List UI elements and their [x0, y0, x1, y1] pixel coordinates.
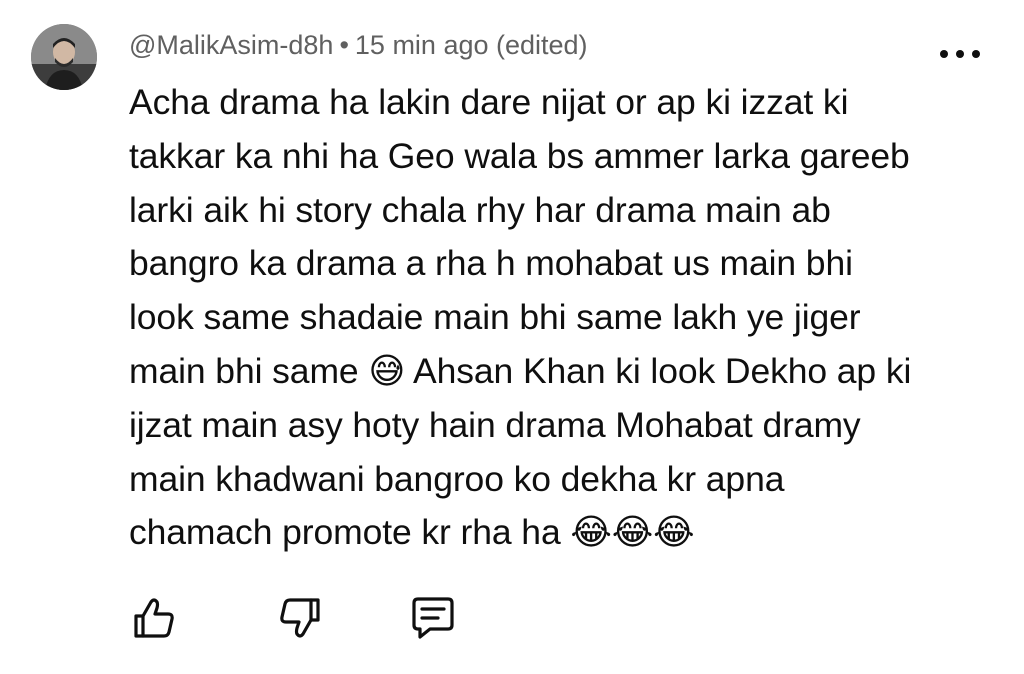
timestamp: 15 min ago (edited)	[354, 30, 588, 60]
dislike-button[interactable]	[276, 594, 324, 642]
avatar[interactable]	[31, 24, 97, 90]
reply-comment-icon	[412, 597, 454, 639]
author-handle[interactable]: @MalikAsim-d8h	[129, 30, 333, 60]
thumbs-up-icon	[134, 598, 174, 638]
comment-item: @MalikAsim-d8h • 15 min ago (edited) Acha …	[0, 0, 1024, 674]
like-button[interactable]	[130, 594, 178, 642]
comment-text: Acha drama ha lakin dare nijat or ap ki …	[129, 82, 912, 553]
reply-button[interactable]	[409, 594, 457, 642]
more-options-icon[interactable]	[940, 44, 980, 64]
thumbs-down-icon	[280, 598, 320, 638]
more-dot	[972, 50, 980, 58]
more-dot	[940, 50, 948, 58]
comment-meta: @MalikAsim-d8h • 15 min ago (edited)	[129, 27, 588, 63]
meta-separator: •	[339, 30, 349, 60]
more-dot	[956, 50, 964, 58]
avatar-image	[31, 24, 97, 90]
